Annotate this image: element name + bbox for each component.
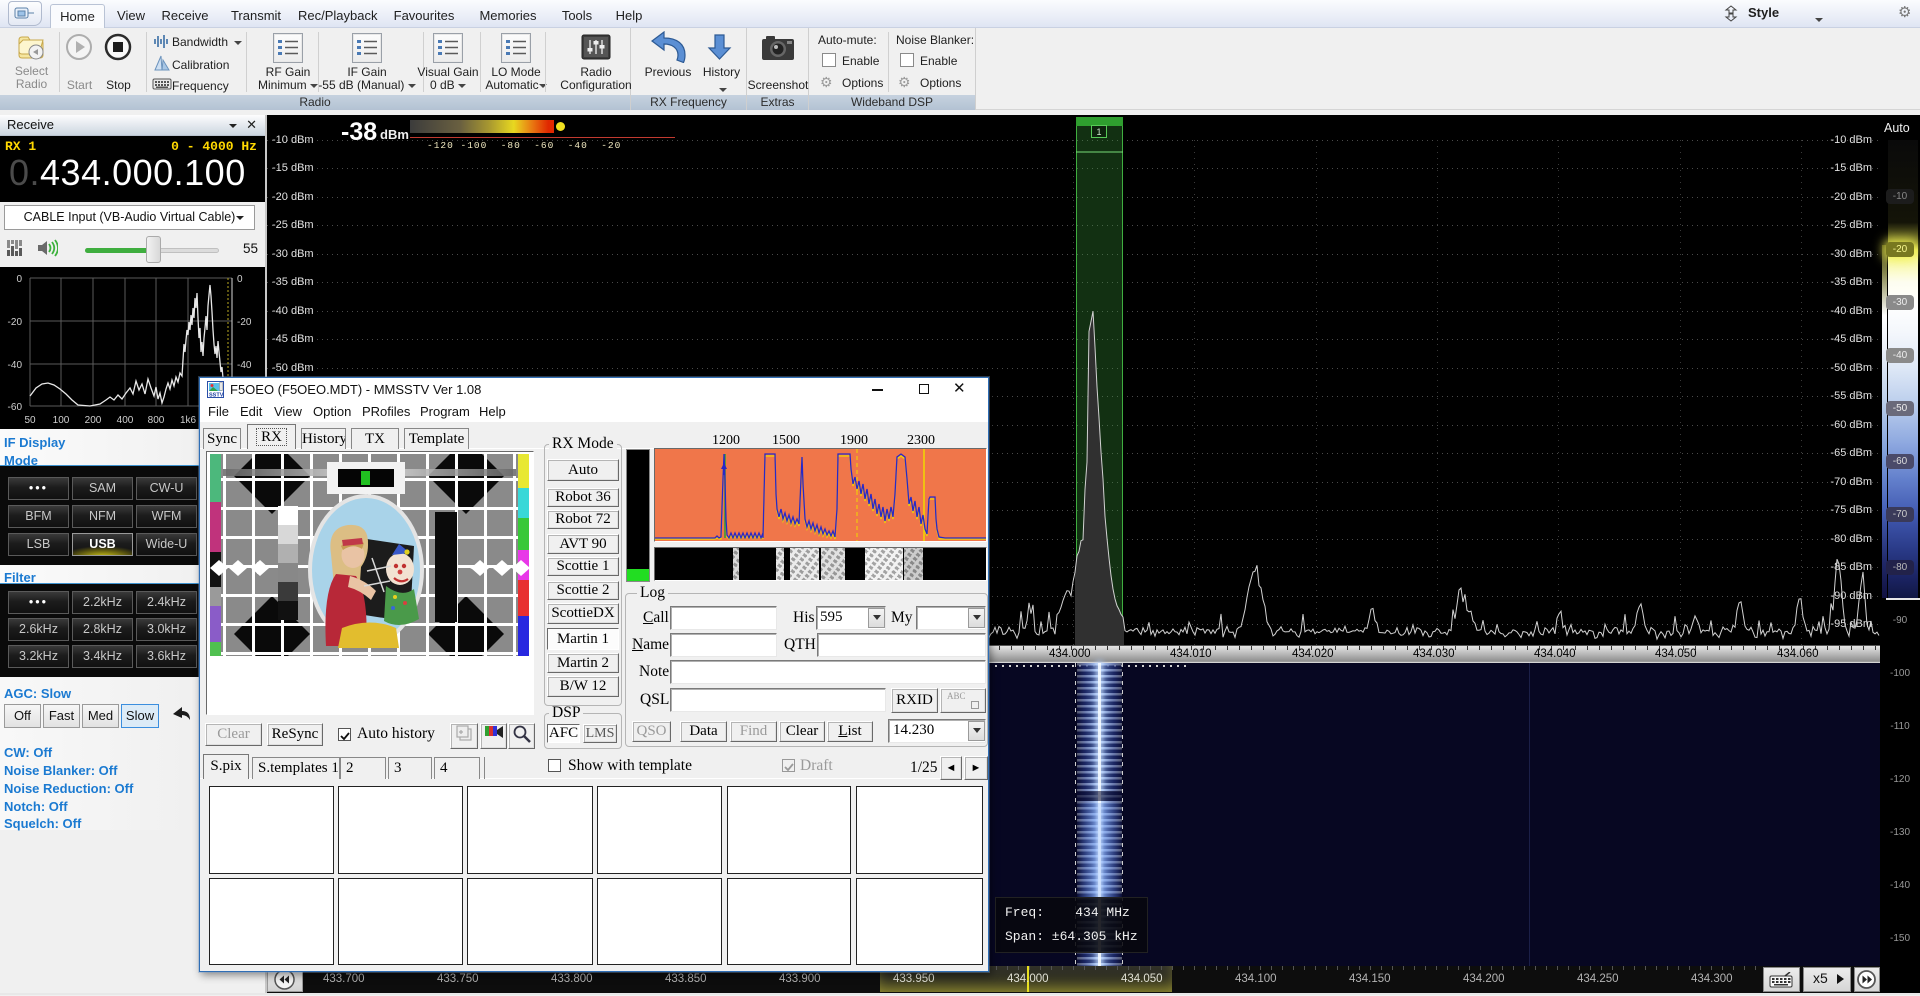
svg-text:50: 50 [24,415,36,426]
svg-text:200: 200 [85,415,102,426]
svg-text:-40: -40 [237,360,252,371]
svg-text:1k6: 1k6 [180,415,197,426]
svg-text:-40: -40 [8,360,23,371]
svg-text:0: 0 [16,274,22,285]
svg-text:0: 0 [237,274,243,285]
svg-text:-20: -20 [237,317,252,328]
svg-text:100: 100 [53,415,70,426]
svg-text:800: 800 [148,415,165,426]
svg-text:-20: -20 [8,317,23,328]
svg-text:400: 400 [117,415,134,426]
svg-text:-60: -60 [8,402,23,413]
svg-text:SSTV: SSTV [209,393,224,399]
